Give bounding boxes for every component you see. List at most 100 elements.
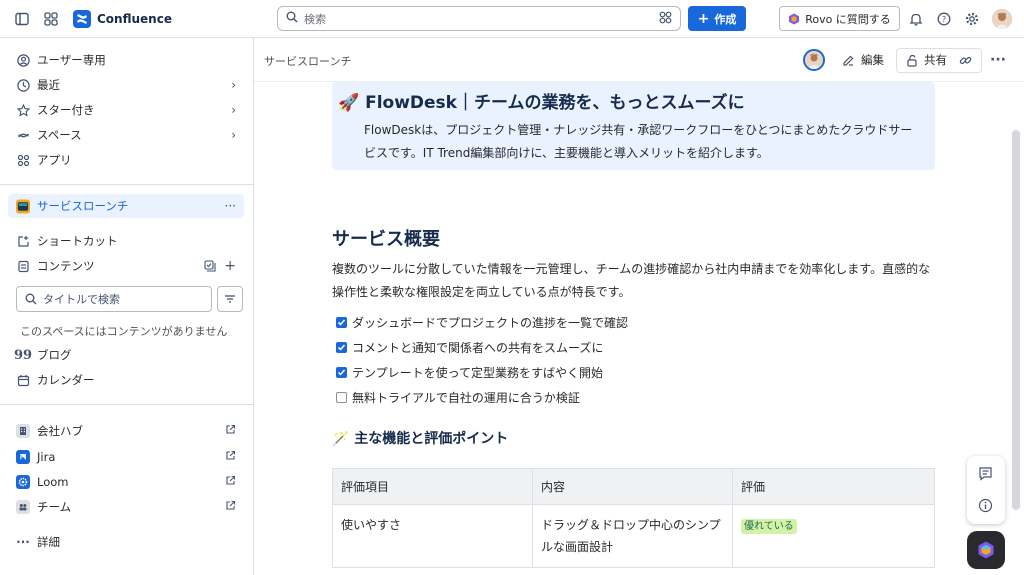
content-filter-input[interactable]: タイトルで検索	[16, 286, 212, 312]
sidebar-item-label: ユーザー専用	[37, 53, 106, 67]
filter-placeholder: タイトルで検索	[43, 293, 120, 306]
checkbox-checked[interactable]	[336, 366, 347, 378]
sidebar-toggle-icon[interactable]	[13, 10, 31, 28]
plus-icon: +	[697, 10, 710, 27]
share-button-group	[896, 48, 982, 73]
search-icon	[286, 11, 298, 26]
task-item[interactable]: 無料トライアルで自社の運用に合うか検証	[336, 387, 580, 407]
advanced-search-icon[interactable]	[659, 11, 672, 27]
app-switcher-icon[interactable]	[42, 10, 60, 28]
confluence-logo[interactable]: Confluence	[73, 10, 172, 28]
sidebar-item-content[interactable]: コンテンツ +	[8, 254, 244, 278]
sidebar-item-label: 最近	[37, 78, 60, 92]
space-name: サービスローンチ	[37, 199, 129, 213]
spaces-icon	[16, 128, 30, 142]
sidebar-item-teams[interactable]: チーム	[8, 495, 244, 519]
table-header-cell: 内容	[532, 468, 733, 505]
sidebar-item-label: Loom	[37, 475, 69, 489]
comments-icon[interactable]	[978, 466, 993, 484]
add-content-icon[interactable]: +	[224, 258, 236, 274]
sidebar-item-recent[interactable]: 最近 ›	[8, 73, 244, 97]
chevron-right-icon[interactable]: ›	[231, 128, 236, 142]
apps-icon	[16, 153, 30, 167]
search-input[interactable]: 検索	[277, 6, 681, 31]
sidebar-item-label: カレンダー	[37, 373, 95, 387]
svg-text:?: ?	[942, 15, 946, 24]
sidebar-item-blog[interactable]: 99 ブログ	[8, 343, 244, 367]
task-text: ダッシュボードでプロジェクトの進捗を一覧で確認	[352, 315, 629, 330]
jira-icon	[16, 450, 30, 464]
top-navigation-bar: Confluence 検索 + 作成 Rovo に質問する ?	[0, 0, 1024, 38]
task-item[interactable]: テンプレートを使って定型業務をすばやく開始	[336, 362, 603, 382]
notifications-bell-icon[interactable]	[907, 10, 925, 28]
filter-icon	[224, 293, 236, 305]
sidebar-item-jira[interactable]: Jira	[8, 445, 244, 469]
sidebar-item-loom[interactable]: Loom	[8, 470, 244, 494]
table-cell: 優れている	[732, 504, 935, 568]
calendar-icon	[16, 373, 30, 387]
checkbox-checked[interactable]	[336, 341, 347, 353]
table-header-cell: 評価	[732, 468, 935, 505]
sidebar-item-company-hub[interactable]: 会社ハブ	[8, 419, 244, 443]
sidebar-item-label: ショートカット	[37, 234, 118, 248]
external-link-icon[interactable]	[225, 500, 236, 514]
sidebar-item-label: 会社ハブ	[37, 424, 83, 438]
checkbox-checked[interactable]	[336, 316, 347, 328]
collaborator-avatar[interactable]	[803, 49, 825, 71]
sidebar-item-starred[interactable]: スター付き ›	[8, 98, 244, 122]
sidebar-item-calendar[interactable]: カレンダー	[8, 368, 244, 392]
sidebar-item-apps[interactable]: アプリ	[8, 148, 244, 172]
more-actions-button[interactable]: ···	[225, 199, 236, 213]
sidebar-item-shortcuts[interactable]: ショートカット	[8, 229, 244, 253]
star-icon	[16, 103, 30, 117]
external-link-icon[interactable]	[225, 424, 236, 438]
sidebar-item-label: スター付き	[37, 103, 95, 117]
rovo-ask-button[interactable]: Rovo に質問する	[779, 6, 900, 31]
checkbox-unchecked[interactable]	[336, 391, 347, 403]
panel-text: FlowDeskは、プロジェクト管理・ナレッジ共有・承認ワークフローをひとつにま…	[364, 123, 913, 160]
sidebar-item-more[interactable]: ··· 詳細	[8, 530, 244, 554]
edit-button[interactable]: 編集	[842, 48, 884, 72]
task-item[interactable]: コメントと通知で関係者への共有をスムーズに	[336, 337, 603, 357]
rovo-label: Rovo に質問する	[805, 12, 891, 26]
table-header-row: 評価項目 内容 評価	[332, 468, 935, 505]
chevron-right-icon[interactable]: ›	[231, 78, 236, 92]
create-button[interactable]: + 作成	[688, 6, 746, 31]
scrollbar[interactable]	[1012, 130, 1020, 510]
settings-gear-icon[interactable]	[963, 10, 981, 28]
sidebar-item-label: コンテンツ	[37, 259, 95, 273]
content-view-icon[interactable]	[204, 260, 216, 272]
rovo-icon	[788, 13, 800, 25]
page-content: 🚀 FlowDesk｜チームの業務を、もっとスムーズに FlowDeskは、プロ…	[254, 82, 1010, 575]
panel-title: 🚀 FlowDesk｜チームの業務を、もっとスムーズに	[338, 93, 745, 113]
status-badge: 優れている	[741, 519, 797, 534]
table-row: 使いやすさ ドラッグ＆ドロップ中心のシンプルな画面設計 優れている	[332, 504, 935, 568]
features-heading: 🪄 主な機能と評価ポイント	[332, 431, 509, 447]
external-link-icon[interactable]	[225, 475, 236, 489]
table-cell: 使いやすさ	[332, 504, 533, 568]
user-avatar[interactable]	[992, 9, 1012, 29]
task-text: テンプレートを使って定型業務をすばやく開始	[352, 365, 604, 380]
external-link-icon[interactable]	[225, 450, 236, 464]
overview-heading: サービス概要	[332, 229, 440, 250]
rovo-chat-button[interactable]	[967, 531, 1005, 569]
content-tree-icon	[16, 259, 30, 273]
sidebar-item-space-service-launch[interactable]: サービスローンチ ···	[8, 194, 244, 218]
info-icon[interactable]	[978, 498, 993, 516]
search-placeholder: 検索	[304, 12, 326, 26]
sidebar-item-label: アプリ	[37, 153, 72, 167]
help-icon[interactable]: ?	[935, 10, 953, 28]
more-actions-icon[interactable]: ···	[990, 48, 1006, 72]
edit-label: 編集	[861, 53, 884, 67]
filter-button[interactable]	[217, 286, 243, 312]
table-header-cell: 評価項目	[332, 468, 533, 505]
chevron-right-icon[interactable]: ›	[231, 103, 236, 117]
sidebar-item-label: スペース	[37, 128, 82, 142]
page-title-breadcrumb[interactable]: サービスローンチ	[264, 53, 351, 69]
pencil-icon	[842, 54, 855, 67]
floating-actions-panel	[967, 456, 1005, 524]
sidebar-item-for-you[interactable]: ユーザー専用	[8, 48, 244, 72]
task-item[interactable]: ダッシュボードでプロジェクトの進捗を一覧で確認	[336, 312, 628, 332]
table-cell: ドラッグ＆ドロップ中心のシンプルな画面設計	[532, 504, 733, 568]
sidebar-item-spaces[interactable]: スペース ›	[8, 123, 244, 147]
